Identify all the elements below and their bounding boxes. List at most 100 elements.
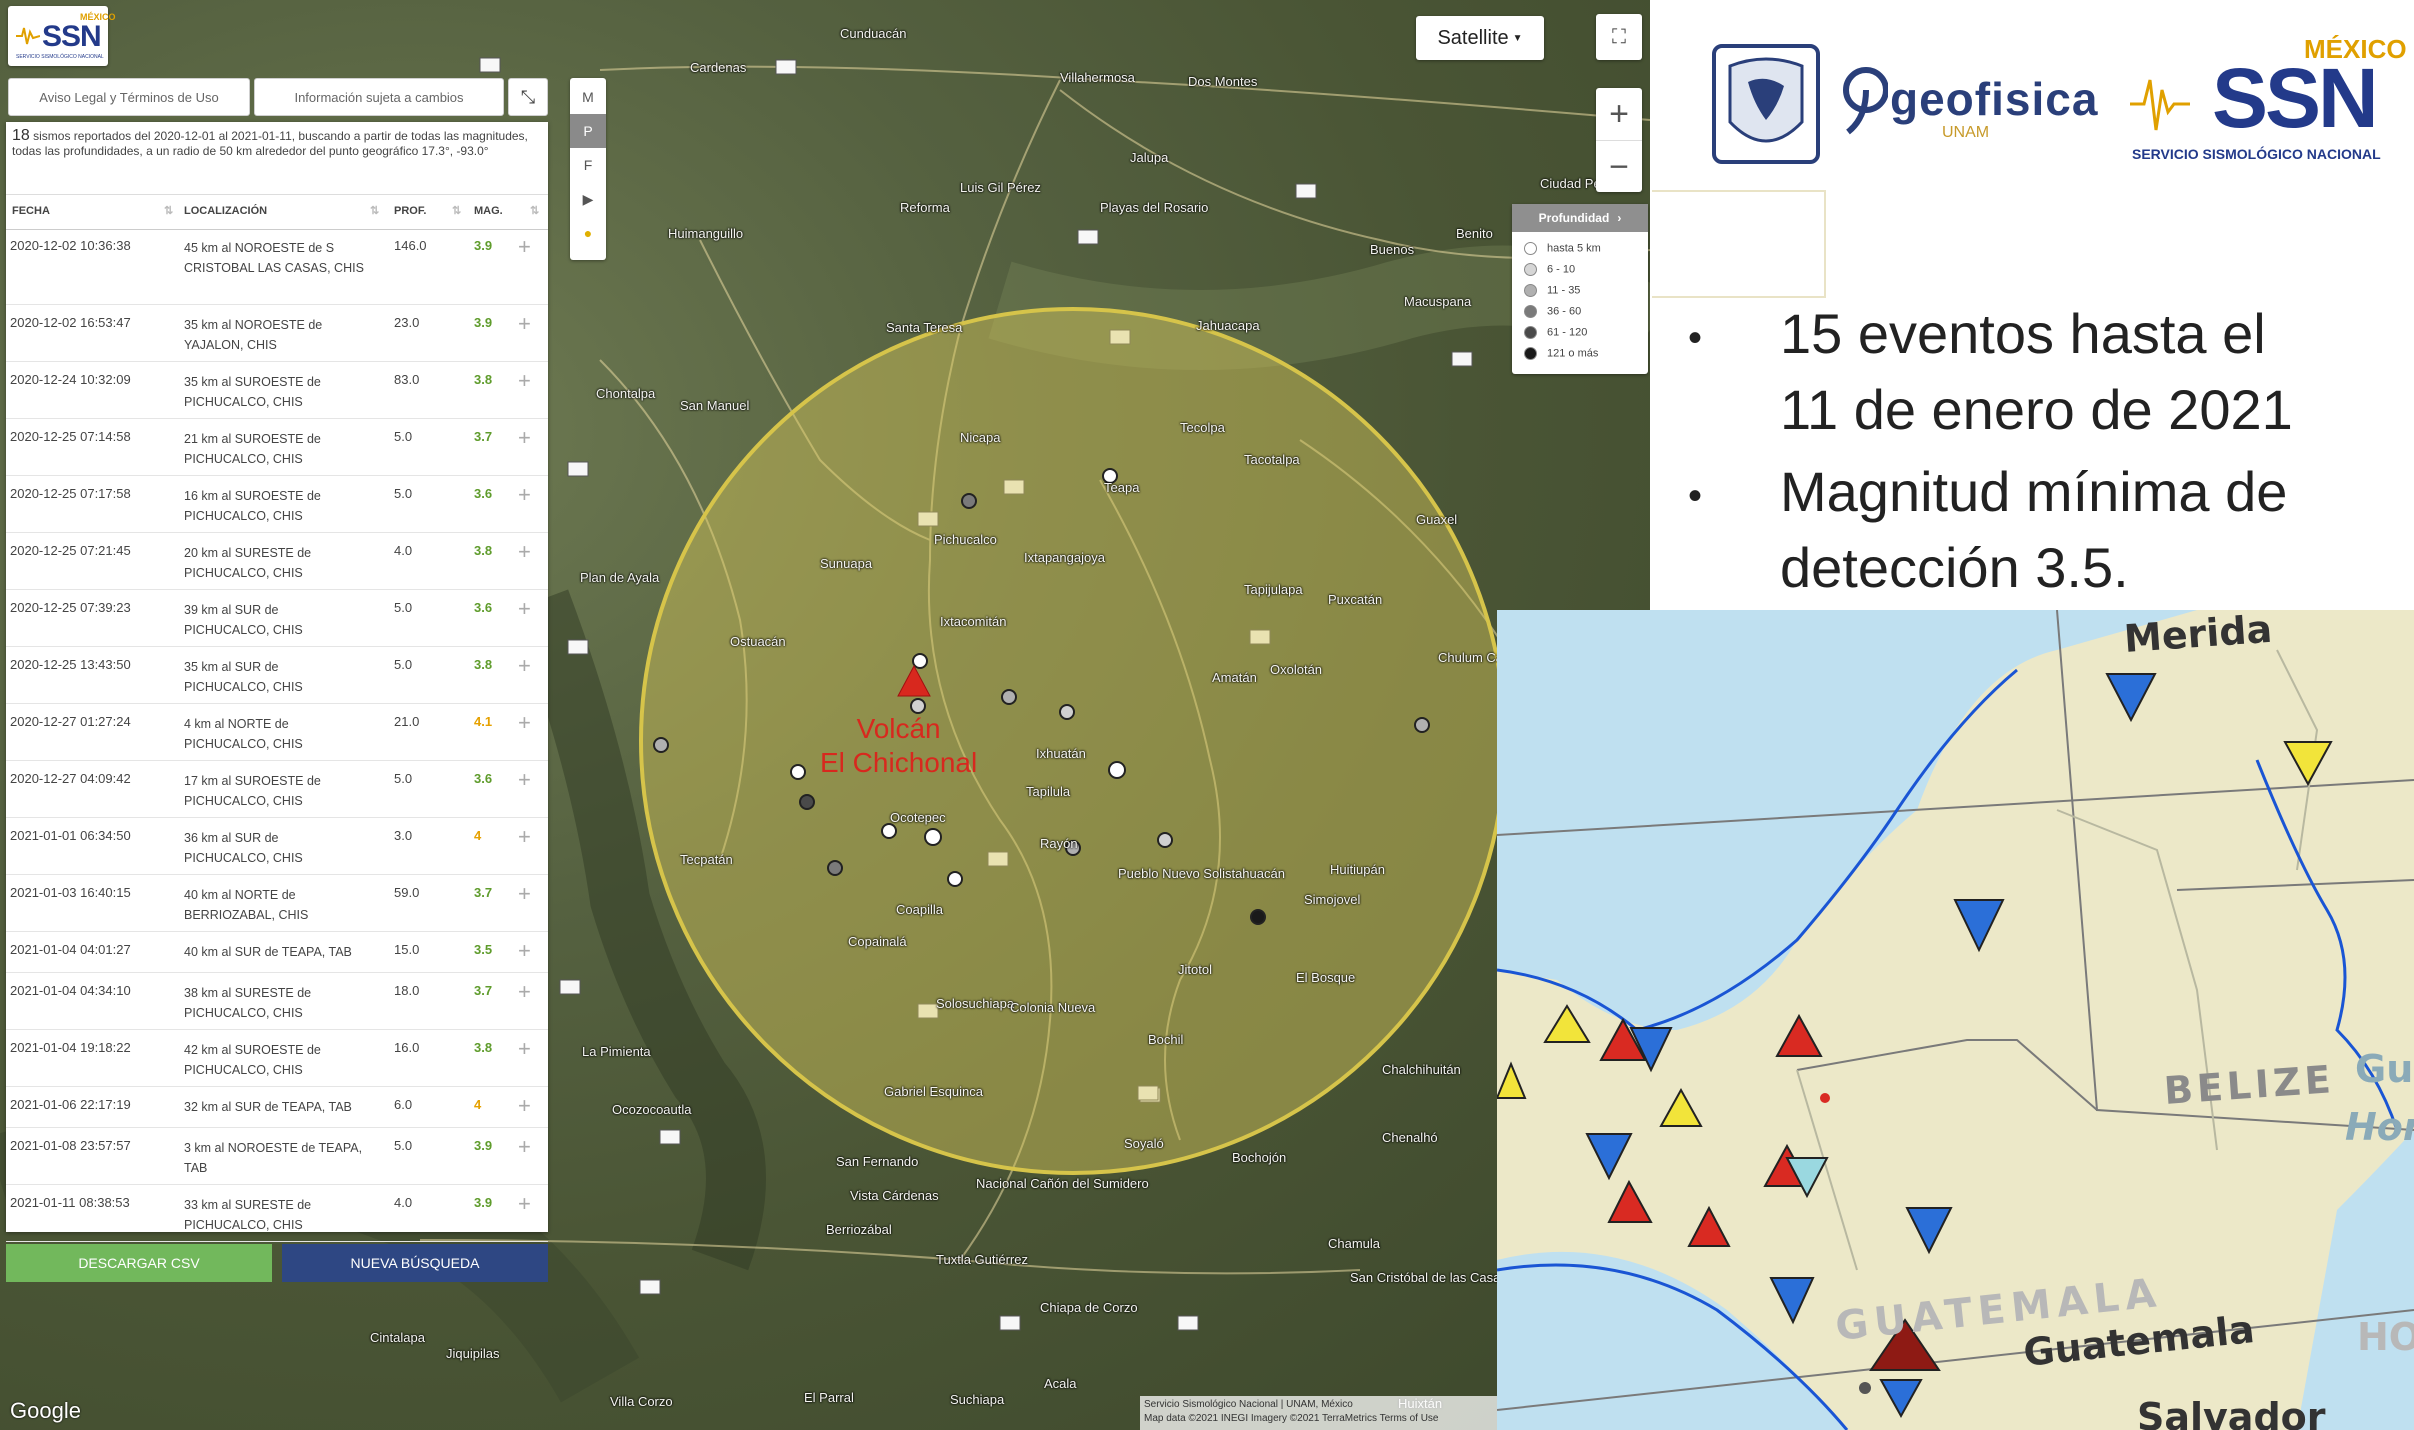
fullscreen-button[interactable]: ⛶ bbox=[1596, 14, 1642, 60]
table-row[interactable]: 2021-01-06 22:17:19 32 km al SUR de TEAPA… bbox=[6, 1087, 548, 1128]
table-row[interactable]: 2021-01-04 04:01:27 40 km al SUR de TEAPA… bbox=[6, 932, 548, 973]
table-row[interactable]: 2021-01-11 08:38:53 33 km al SURESTE de P… bbox=[6, 1185, 548, 1242]
tool-f-button[interactable]: F bbox=[570, 148, 606, 182]
depth-range-label: 11 - 35 bbox=[1547, 284, 1581, 297]
table-row[interactable]: 2020-12-25 07:39:23 39 km al SUR de PICHU… bbox=[6, 590, 548, 647]
play-icon[interactable]: ▶ bbox=[570, 182, 606, 216]
event-location: 4 km al NORTE de PICHUCALCO, CHIS bbox=[184, 717, 303, 751]
table-row[interactable]: 2021-01-04 19:18:22 42 km al SUROESTE de … bbox=[6, 1030, 548, 1087]
expand-row-icon[interactable]: + bbox=[518, 979, 531, 1005]
event-depth: 5.0 bbox=[394, 657, 413, 672]
col-location[interactable]: LOCALIZACIÓN bbox=[184, 205, 267, 217]
table-row[interactable]: 2021-01-08 23:57:57 3 km al NOROESTE de T… bbox=[6, 1128, 548, 1185]
collapse-panel-button[interactable]: ⤡ bbox=[508, 78, 548, 116]
city-dot-icon bbox=[1859, 1382, 1871, 1394]
bullet-line: detección 3.5. bbox=[1780, 536, 2129, 599]
expand-row-icon[interactable]: + bbox=[518, 710, 531, 736]
town-label: Cintalapa bbox=[370, 1330, 425, 1345]
table-row[interactable]: 2020-12-27 01:27:24 4 km al NORTE de PICH… bbox=[6, 704, 548, 761]
expand-row-icon[interactable]: + bbox=[518, 1093, 531, 1119]
event-depth: 83.0 bbox=[394, 372, 420, 387]
col-mag[interactable]: MAG. bbox=[474, 205, 503, 217]
expand-row-icon[interactable]: + bbox=[518, 767, 531, 793]
town-label: Dos Montes bbox=[1188, 74, 1258, 89]
event-date: 2021-01-11 08:38:53 bbox=[10, 1195, 130, 1210]
expand-row-icon[interactable]: + bbox=[518, 234, 531, 260]
table-row[interactable]: 2020-12-25 13:43:50 35 km al SUR de PICHU… bbox=[6, 647, 548, 704]
town-label: Simojovel bbox=[1304, 892, 1361, 907]
expand-row-icon[interactable]: + bbox=[518, 482, 531, 508]
google-logo: Google bbox=[10, 1398, 81, 1423]
table-row[interactable]: 2020-12-02 10:36:38 45 km al NOROESTE de … bbox=[6, 228, 548, 305]
town-label: Chontalpa bbox=[596, 386, 656, 401]
legal-terms-button[interactable]: Aviso Legal y Términos de Uso bbox=[8, 78, 250, 116]
town-label: Teapa bbox=[1104, 480, 1140, 495]
new-search-button[interactable]: NUEVA BÚSQUEDA bbox=[282, 1244, 548, 1282]
expand-row-icon[interactable]: + bbox=[518, 539, 531, 565]
town-label: Jitotol bbox=[1178, 962, 1212, 977]
depth-color-swatch bbox=[1524, 347, 1537, 360]
map-type-select[interactable]: Satellite ▼ bbox=[1416, 16, 1544, 60]
event-magnitude: 3.7 bbox=[474, 885, 493, 900]
zoom-out-button[interactable]: − bbox=[1596, 140, 1642, 193]
town-label: Tapijulapa bbox=[1244, 582, 1303, 597]
expand-row-icon[interactable]: + bbox=[518, 368, 531, 394]
event-marker bbox=[827, 860, 843, 876]
sort-icon[interactable]: ⇅ bbox=[164, 204, 173, 217]
expand-row-icon[interactable]: + bbox=[518, 425, 531, 451]
town-label: Buenos bbox=[1370, 242, 1415, 257]
town-label: Benito bbox=[1456, 226, 1493, 241]
table-row[interactable]: 2021-01-01 06:34:50 36 km al SUR de PICHU… bbox=[6, 818, 548, 875]
expand-row-icon[interactable]: + bbox=[518, 311, 531, 337]
town-label: Tacotalpa bbox=[1244, 452, 1300, 467]
table-header: FECHA ⇅ LOCALIZACIÓN ⇅ PROF. ⇅ MAG. ⇅ bbox=[6, 194, 548, 230]
tool-p-button[interactable]: P bbox=[570, 114, 606, 148]
event-depth: 59.0 bbox=[394, 885, 420, 900]
expand-row-icon[interactable]: + bbox=[518, 938, 531, 964]
event-marker bbox=[961, 493, 977, 509]
event-marker bbox=[799, 794, 815, 810]
table-row[interactable]: 2020-12-25 07:14:58 21 km al SUROESTE de … bbox=[6, 419, 548, 476]
table-row[interactable]: 2020-12-25 07:17:58 16 km al SUROESTE de … bbox=[6, 476, 548, 533]
town-label: Acala bbox=[1044, 1376, 1077, 1391]
marker-dot-icon[interactable]: ● bbox=[570, 216, 606, 250]
town-label: Ixtacomitán bbox=[940, 614, 1007, 629]
expand-row-icon[interactable]: + bbox=[518, 596, 531, 622]
download-csv-label: DESCARGAR CSV bbox=[78, 1255, 200, 1271]
download-csv-button[interactable]: DESCARGAR CSV bbox=[6, 1244, 272, 1282]
town-label: Chamula bbox=[1328, 1236, 1381, 1251]
tool-m-button[interactable]: M bbox=[570, 80, 606, 114]
bullet-line: 15 eventos hasta el bbox=[1780, 302, 2266, 365]
zoom-in-button[interactable]: + bbox=[1596, 88, 1642, 140]
col-depth[interactable]: PROF. bbox=[394, 205, 426, 217]
depth-legend-title[interactable]: Profundidad › bbox=[1512, 204, 1648, 232]
seismic-map[interactable]: Cardenas Villahermosa Dos Montes Cunduacán R… bbox=[0, 0, 1650, 1430]
event-date: 2021-01-01 06:34:50 bbox=[10, 828, 131, 843]
table-row[interactable]: 2020-12-27 04:09:42 17 km al SUROESTE de … bbox=[6, 761, 548, 818]
info-changes-button[interactable]: Información sujeta a cambios bbox=[254, 78, 504, 116]
table-row[interactable]: 2021-01-04 04:34:10 38 km al SURESTE de P… bbox=[6, 973, 548, 1030]
sort-icon[interactable]: ⇅ bbox=[452, 204, 461, 217]
event-magnitude: 3.6 bbox=[474, 771, 493, 786]
ssn-logo[interactable]: MÉXICO SSN SERVICIO SISMOLÓGICO NACIONAL bbox=[8, 6, 116, 66]
col-date[interactable]: FECHA bbox=[12, 205, 50, 217]
expand-row-icon[interactable]: + bbox=[518, 1036, 531, 1062]
table-row[interactable]: 2020-12-02 16:53:47 35 km al NOROESTE de … bbox=[6, 305, 548, 362]
event-magnitude: 3.8 bbox=[474, 372, 493, 387]
sort-icon[interactable]: ⇅ bbox=[370, 204, 379, 217]
town-label: La Pimienta bbox=[582, 1044, 651, 1059]
event-magnitude: 3.8 bbox=[474, 543, 493, 558]
expand-row-icon[interactable]: + bbox=[518, 1134, 531, 1160]
table-row[interactable]: 2020-12-24 10:32:09 35 km al SUROESTE de … bbox=[6, 362, 548, 419]
event-date: 2021-01-08 23:57:57 bbox=[10, 1138, 131, 1153]
event-magnitude: 3.8 bbox=[474, 657, 493, 672]
sort-icon[interactable]: ⇅ bbox=[530, 204, 539, 217]
table-row[interactable]: 2021-01-03 16:40:15 40 km al NORTE de BER… bbox=[6, 875, 548, 932]
expand-row-icon[interactable]: + bbox=[518, 824, 531, 850]
town-label: Ocozocoautla bbox=[612, 1102, 692, 1117]
expand-row-icon[interactable]: + bbox=[518, 1191, 531, 1217]
expand-row-icon[interactable]: + bbox=[518, 653, 531, 679]
event-date: 2021-01-04 04:34:10 bbox=[10, 983, 131, 998]
expand-row-icon[interactable]: + bbox=[518, 881, 531, 907]
table-row[interactable]: 2020-12-25 07:21:45 20 km al SURESTE de P… bbox=[6, 533, 548, 590]
